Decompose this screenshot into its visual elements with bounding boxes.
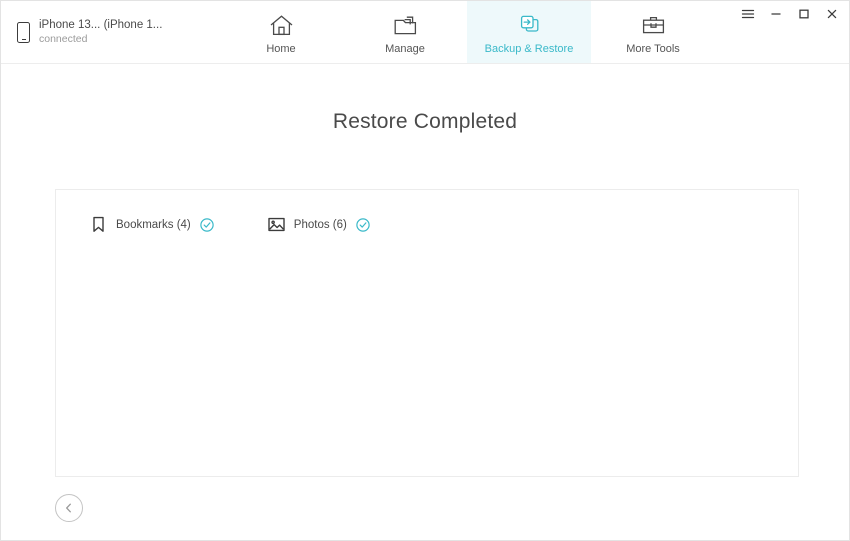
backup-restore-icon <box>517 13 542 39</box>
tab-more-tools[interactable]: More Tools <box>591 1 715 63</box>
phone-icon <box>17 21 30 43</box>
folder-icon <box>393 13 418 39</box>
list-item-label: Photos (6) <box>293 218 347 231</box>
minimize-icon[interactable] <box>769 7 783 21</box>
tab-manage[interactable]: Manage <box>343 1 467 63</box>
page-title: Restore Completed <box>332 110 518 133</box>
tab-backup-restore-label: Backup & Restore <box>484 42 574 55</box>
list-item[interactable]: Bookmarks (4) <box>90 216 214 233</box>
device-name: iPhone 13... (iPhone 1... <box>39 18 163 31</box>
restored-items-list: Bookmarks (4) Photos (6) <box>56 190 798 233</box>
device-text: iPhone 13... (iPhone 1... connected <box>39 18 162 47</box>
status-badge <box>356 217 370 232</box>
main-navigation: Home Manage Backup & Restore More Tools <box>219 1 715 63</box>
list-item[interactable]: Photos (6) <box>268 216 370 233</box>
close-icon[interactable] <box>825 7 839 21</box>
status-badge <box>200 217 214 232</box>
photo-icon <box>268 216 285 233</box>
toolbox-icon <box>641 13 666 39</box>
tab-backup-restore[interactable]: Backup & Restore <box>467 1 591 63</box>
connected-device[interactable]: iPhone 13... (iPhone 1... connected <box>1 1 211 63</box>
home-icon <box>269 13 294 39</box>
tab-manage-label: Manage <box>385 42 425 55</box>
menu-icon[interactable] <box>741 7 755 21</box>
restore-result-panel: Bookmarks (4) Photos (6) <box>55 189 799 477</box>
tab-home-label: Home <box>266 42 296 55</box>
tab-home[interactable]: Home <box>219 1 343 63</box>
application-window: iPhone 13... (iPhone 1... connected Home <box>0 0 850 541</box>
app-header: iPhone 13... (iPhone 1... connected Home <box>1 1 849 64</box>
device-status: connected <box>39 33 88 46</box>
maximize-icon[interactable] <box>797 7 811 21</box>
list-item-label: Bookmarks (4) <box>116 218 191 231</box>
back-button[interactable] <box>55 494 83 522</box>
bookmark-icon <box>90 216 107 233</box>
chevron-left-icon <box>66 503 71 513</box>
main-content: Restore Completed Bookmarks (4) Photos (… <box>1 64 849 540</box>
tab-more-tools-label: More Tools <box>626 42 680 55</box>
window-controls <box>741 7 839 21</box>
